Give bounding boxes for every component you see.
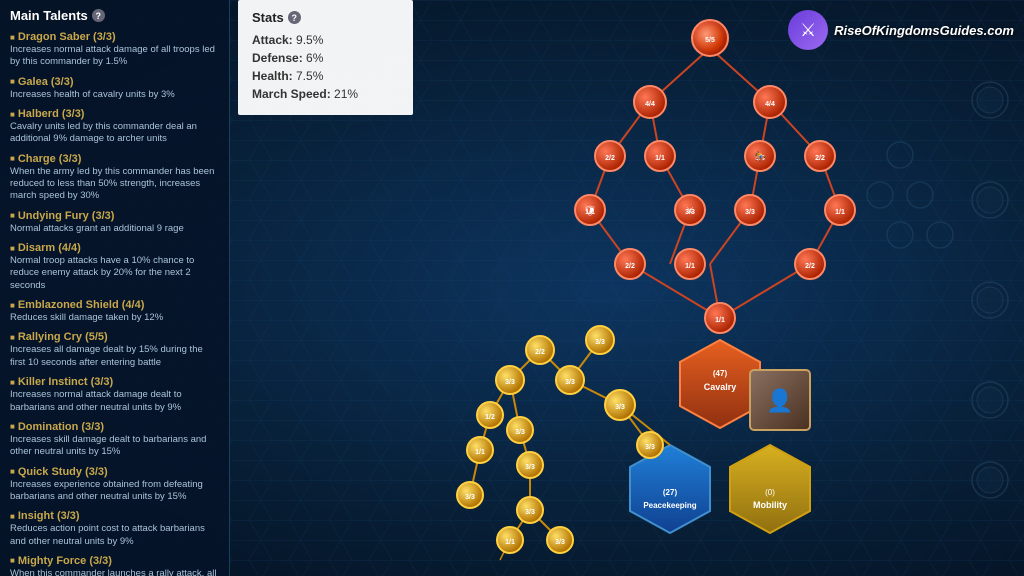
talent-item: Galea (3/3) Increases health of cavalry … <box>10 76 219 101</box>
svg-text:3/3: 3/3 <box>525 509 535 516</box>
talent-name: Dragon Saber (3/3) <box>10 31 219 43</box>
svg-text:3/3: 3/3 <box>505 379 515 386</box>
svg-text:3/3: 3/3 <box>645 444 655 451</box>
talent-name: Quick Study (3/3) <box>10 466 219 478</box>
talents-list: Dragon Saber (3/3) Increases normal atta… <box>10 31 219 576</box>
talent-name: Halberd (3/3) <box>10 108 219 120</box>
talent-name: Mighty Force (3/3) <box>10 555 219 567</box>
stats-title-text: Stats <box>252 10 284 25</box>
svg-text:1/2: 1/2 <box>485 414 495 421</box>
talent-name: Charge (3/3) <box>10 153 219 165</box>
panel-help-icon[interactable]: ? <box>92 9 105 22</box>
talent-desc: Increases skill damage dealt to barbaria… <box>10 434 219 459</box>
svg-text:1/1: 1/1 <box>655 155 665 162</box>
svg-text:2/2: 2/2 <box>605 155 615 162</box>
svg-text:1/1: 1/1 <box>505 539 515 546</box>
svg-text:3/3: 3/3 <box>565 379 575 386</box>
talent-desc: When the army led by this commander has … <box>10 166 219 203</box>
talent-desc: Increases normal attack damage dealt to … <box>10 389 219 414</box>
svg-text:(0): (0) <box>765 488 775 497</box>
stat-line: March Speed: 21% <box>252 87 399 101</box>
talent-item: Dragon Saber (3/3) Increases normal atta… <box>10 31 219 69</box>
talent-name: Domination (3/3) <box>10 421 219 433</box>
svg-text:👤: 👤 <box>766 388 793 413</box>
svg-text:3/3: 3/3 <box>595 339 605 346</box>
svg-text:1/1: 1/1 <box>835 209 845 216</box>
talent-desc: Increases experience obtained from defea… <box>10 479 219 504</box>
talent-desc: When this commander launches a rally att… <box>10 568 219 576</box>
svg-text:🛡: 🛡 <box>584 205 597 217</box>
svg-text:1/1: 1/1 <box>475 449 485 456</box>
talent-name: Insight (3/3) <box>10 510 219 522</box>
talent-name: Galea (3/3) <box>10 76 219 88</box>
talent-name: Emblazoned Shield (4/4) <box>10 299 219 311</box>
stat-line: Health: 7.5% <box>252 69 399 83</box>
svg-text:🏇: 🏇 <box>754 151 767 163</box>
svg-text:Mobility: Mobility <box>753 500 787 510</box>
talent-desc: Cavalry units led by this commander deal… <box>10 121 219 146</box>
svg-text:(47): (47) <box>713 369 728 378</box>
svg-text:2/2: 2/2 <box>625 263 635 270</box>
svg-text:3/3: 3/3 <box>555 539 565 546</box>
talent-item: Quick Study (3/3) Increases experience o… <box>10 466 219 504</box>
left-panel: Main Talents ? Dragon Saber (3/3) Increa… <box>0 0 230 576</box>
svg-text:4/4: 4/4 <box>645 101 655 108</box>
svg-text:2/2: 2/2 <box>815 155 825 162</box>
talent-item: Undying Fury (3/3) Normal attacks grant … <box>10 210 219 235</box>
talent-desc: Reduces skill damage taken by 12% <box>10 312 219 324</box>
stats-list: Attack: 9.5% Defense: 6% Health: 7.5% March… <box>252 33 399 101</box>
svg-text:3/3: 3/3 <box>465 494 475 501</box>
svg-text:3/3: 3/3 <box>525 464 535 471</box>
watermark-text: RiseOfKingdomsGuides.com <box>834 23 1014 38</box>
svg-text:Cavalry: Cavalry <box>704 382 737 392</box>
talent-name: Rallying Cry (5/5) <box>10 331 219 343</box>
talent-item: Charge (3/3) When the army led by this c… <box>10 153 219 203</box>
stat-line: Defense: 6% <box>252 51 399 65</box>
svg-text:2/2: 2/2 <box>805 263 815 270</box>
svg-text:1/1: 1/1 <box>715 317 725 324</box>
svg-text:Peacekeeping: Peacekeeping <box>643 501 696 510</box>
stats-title: Stats ? <box>252 10 399 25</box>
svg-text:3/3: 3/3 <box>745 209 755 216</box>
talent-desc: Normal attacks grant an additional 9 rag… <box>10 223 219 235</box>
svg-text:3/3: 3/3 <box>515 429 525 436</box>
talent-name: Undying Fury (3/3) <box>10 210 219 222</box>
panel-title-text: Main Talents <box>10 8 88 23</box>
talent-item: Insight (3/3) Reduces action point cost … <box>10 510 219 548</box>
watermark: ⚔ RiseOfKingdomsGuides.com <box>788 10 1014 50</box>
talent-item: Halberd (3/3) Cavalry units led by this … <box>10 108 219 146</box>
watermark-icon: ⚔ <box>788 10 828 50</box>
svg-text:(27): (27) <box>663 488 678 497</box>
talent-desc: Reduces action point cost to attack barb… <box>10 523 219 548</box>
svg-text:2/2: 2/2 <box>535 349 545 356</box>
talent-item: Disarm (4/4) Normal troop attacks have a… <box>10 242 219 292</box>
talent-desc: Increases all damage dealt by 15% during… <box>10 344 219 369</box>
talent-item: Killer Instinct (3/3) Increases normal a… <box>10 376 219 414</box>
talent-desc: Increases health of cavalry units by 3% <box>10 89 219 101</box>
talent-item: Emblazoned Shield (4/4) Reduces skill da… <box>10 299 219 324</box>
talent-item: Rallying Cry (5/5) Increases all damage … <box>10 331 219 369</box>
talent-desc: Increases normal attack damage of all tr… <box>10 44 219 69</box>
talent-item: Mighty Force (3/3) When this commander l… <box>10 555 219 576</box>
panel-title: Main Talents ? <box>10 8 219 23</box>
stats-help-icon[interactable]: ? <box>288 11 301 24</box>
stat-line: Attack: 9.5% <box>252 33 399 47</box>
svg-text:4/4: 4/4 <box>765 101 775 108</box>
stats-panel: Stats ? Attack: 9.5% Defense: 6% Health: 7… <box>238 0 413 115</box>
svg-text:⚔: ⚔ <box>686 206 695 217</box>
talent-desc: Normal troop attacks have a 10% chance t… <box>10 255 219 292</box>
talent-item: Domination (3/3) Increases skill damage … <box>10 421 219 459</box>
svg-text:3/3: 3/3 <box>615 404 625 411</box>
talent-name: Killer Instinct (3/3) <box>10 376 219 388</box>
svg-text:1/1: 1/1 <box>685 263 695 270</box>
svg-text:5/5: 5/5 <box>705 37 715 44</box>
talent-name: Disarm (4/4) <box>10 242 219 254</box>
